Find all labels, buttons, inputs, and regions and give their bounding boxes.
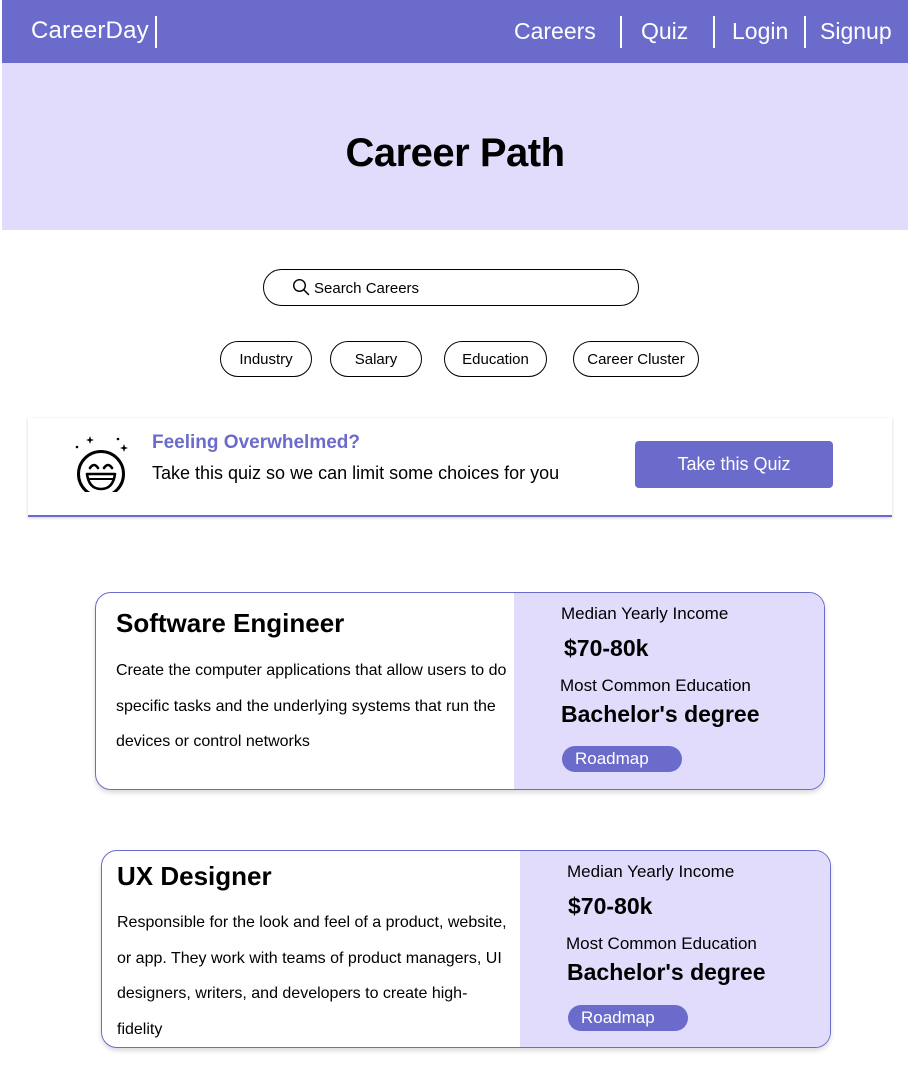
career-description: Responsible for the look and feel of a p… bbox=[117, 914, 507, 1038]
banner-title: Feeling Overwhelmed? bbox=[152, 432, 360, 453]
filter-chip-career-cluster[interactable]: Career Cluster bbox=[573, 341, 699, 377]
income-value: $70-80k bbox=[564, 635, 649, 661]
education-value: Bachelor's degree bbox=[567, 959, 766, 985]
roadmap-button[interactable]: Roadmap bbox=[568, 1005, 688, 1031]
filter-chip-education[interactable]: Education bbox=[444, 341, 547, 377]
search-bar[interactable] bbox=[263, 269, 639, 306]
brand-logo[interactable]: CareerDay bbox=[31, 17, 149, 45]
career-card[interactable]: Software Engineer Create the computer ap… bbox=[95, 592, 825, 790]
nav-divider bbox=[804, 16, 806, 48]
career-stats-panel: Median Yearly Income $70-80k Most Common… bbox=[520, 851, 830, 1047]
education-label: Most Common Education bbox=[560, 676, 751, 695]
nav-link-login[interactable]: Login bbox=[732, 18, 788, 45]
top-navbar: CareerDay Careers Quiz Login Signup bbox=[2, 0, 908, 63]
nav-link-quiz[interactable]: Quiz bbox=[641, 18, 688, 45]
education-value: Bachelor's degree bbox=[561, 701, 760, 727]
nav-link-careers[interactable]: Careers bbox=[514, 18, 596, 45]
career-title: UX Designer bbox=[117, 861, 272, 891]
page-title: Career Path bbox=[345, 131, 565, 175]
nav-divider bbox=[620, 16, 622, 48]
quiz-banner: Feeling Overwhelmed? Take this quiz so w… bbox=[28, 418, 892, 517]
career-card-info: UX Designer Responsible for the look and… bbox=[102, 851, 520, 1047]
banner-subtitle: Take this quiz so we can limit some choi… bbox=[152, 463, 560, 483]
take-quiz-button[interactable]: Take this Quiz bbox=[635, 441, 833, 488]
filter-chip-salary[interactable]: Salary bbox=[330, 341, 422, 377]
search-input[interactable] bbox=[314, 277, 614, 299]
career-description: Create the computer applications that al… bbox=[116, 662, 507, 750]
search-icon bbox=[292, 278, 310, 296]
income-label: Median Yearly Income bbox=[567, 862, 735, 881]
filter-chip-industry[interactable]: Industry bbox=[220, 341, 312, 377]
career-stats-panel: Median Yearly Income $70-80k Most Common… bbox=[514, 593, 824, 789]
career-card[interactable]: UX Designer Responsible for the look and… bbox=[101, 850, 831, 1048]
career-card-info: Software Engineer Create the computer ap… bbox=[96, 593, 514, 789]
income-label: Median Yearly Income bbox=[561, 604, 729, 623]
income-value: $70-80k bbox=[568, 893, 653, 919]
education-label: Most Common Education bbox=[566, 934, 757, 953]
nav-divider bbox=[155, 16, 157, 48]
roadmap-button[interactable]: Roadmap bbox=[562, 746, 682, 772]
career-title: Software Engineer bbox=[116, 608, 345, 638]
nav-divider bbox=[713, 16, 715, 48]
hero-banner: Career Path bbox=[2, 63, 908, 230]
smiley-icon bbox=[75, 436, 128, 492]
nav-link-signup[interactable]: Signup bbox=[820, 18, 892, 45]
